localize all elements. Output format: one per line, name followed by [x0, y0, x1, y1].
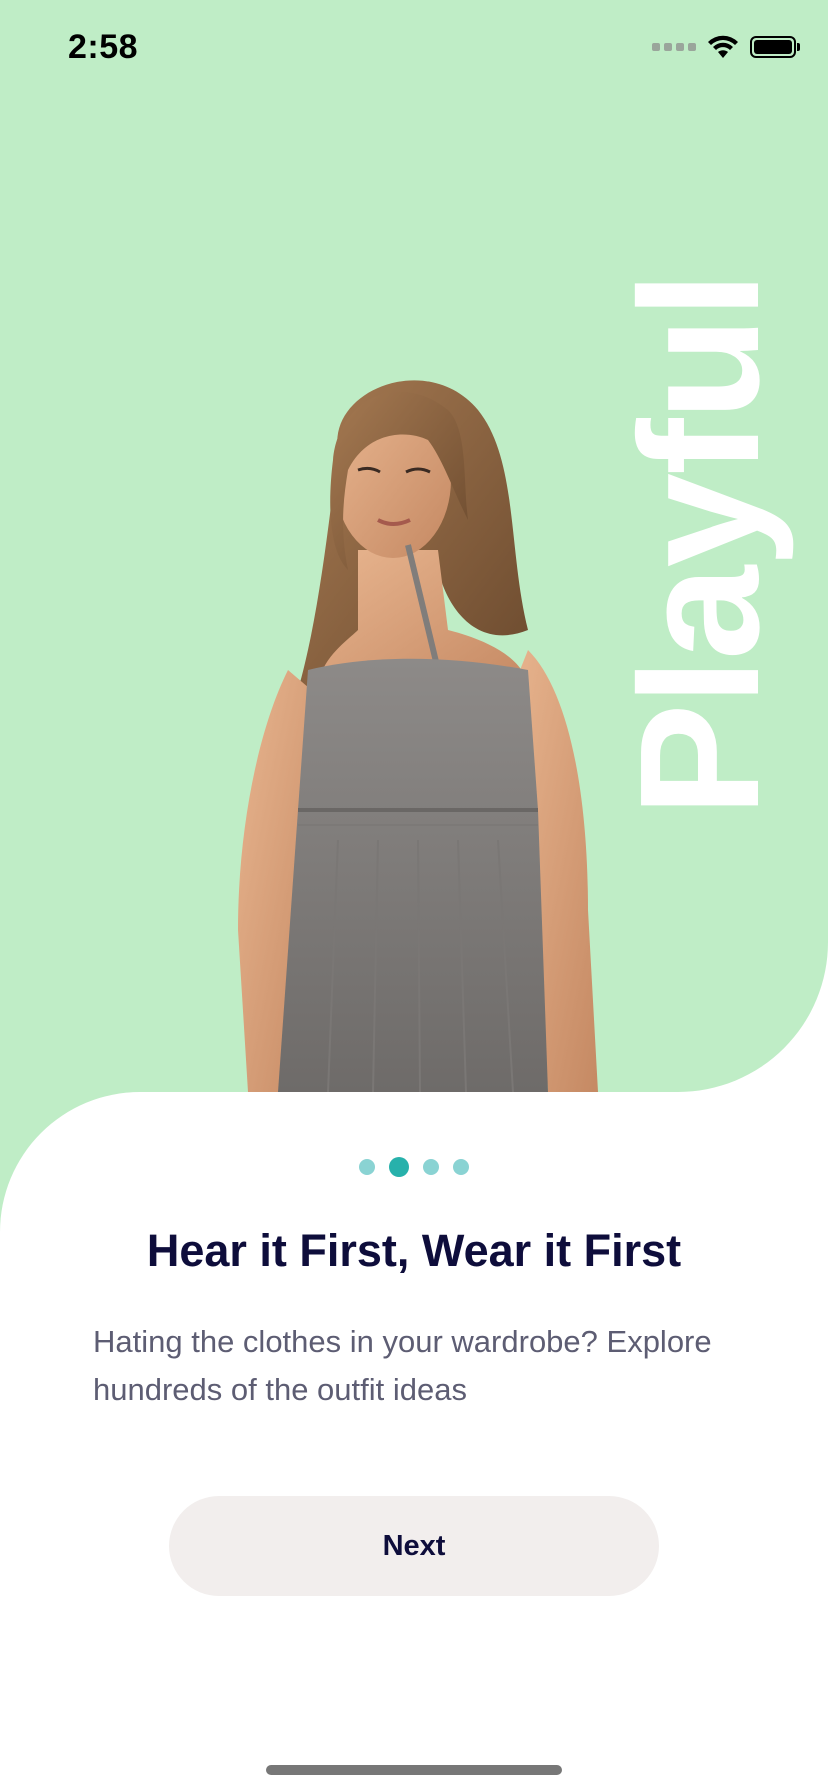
home-indicator[interactable]: [266, 1765, 562, 1775]
status-icons: [652, 34, 800, 60]
page-indicator: [0, 1157, 828, 1177]
page-dot-2-active[interactable]: [389, 1157, 409, 1177]
hero-vertical-word: Playful: [605, 273, 795, 817]
model-photo: [238, 380, 598, 1092]
page-dot-1[interactable]: [359, 1159, 375, 1175]
status-time: 2:58: [68, 28, 139, 66]
hero-section: 2:58 Playful: [0, 0, 828, 1092]
onboarding-description: Hating the clothes in your wardrobe? Exp…: [93, 1324, 712, 1407]
onboarding-screen: 2:58 Playful Hear it First, Wear it Firs…: [0, 0, 828, 1792]
page-dot-3[interactable]: [423, 1159, 439, 1175]
page-dot-4[interactable]: [453, 1159, 469, 1175]
next-button[interactable]: Next: [169, 1496, 659, 1596]
wifi-icon: [708, 35, 738, 58]
bottom-sheet: [0, 1092, 828, 1792]
onboarding-headline: Hear it First, Wear it First: [146, 1225, 682, 1276]
battery-icon: [750, 36, 800, 58]
signal-dots-icon: [652, 43, 696, 51]
